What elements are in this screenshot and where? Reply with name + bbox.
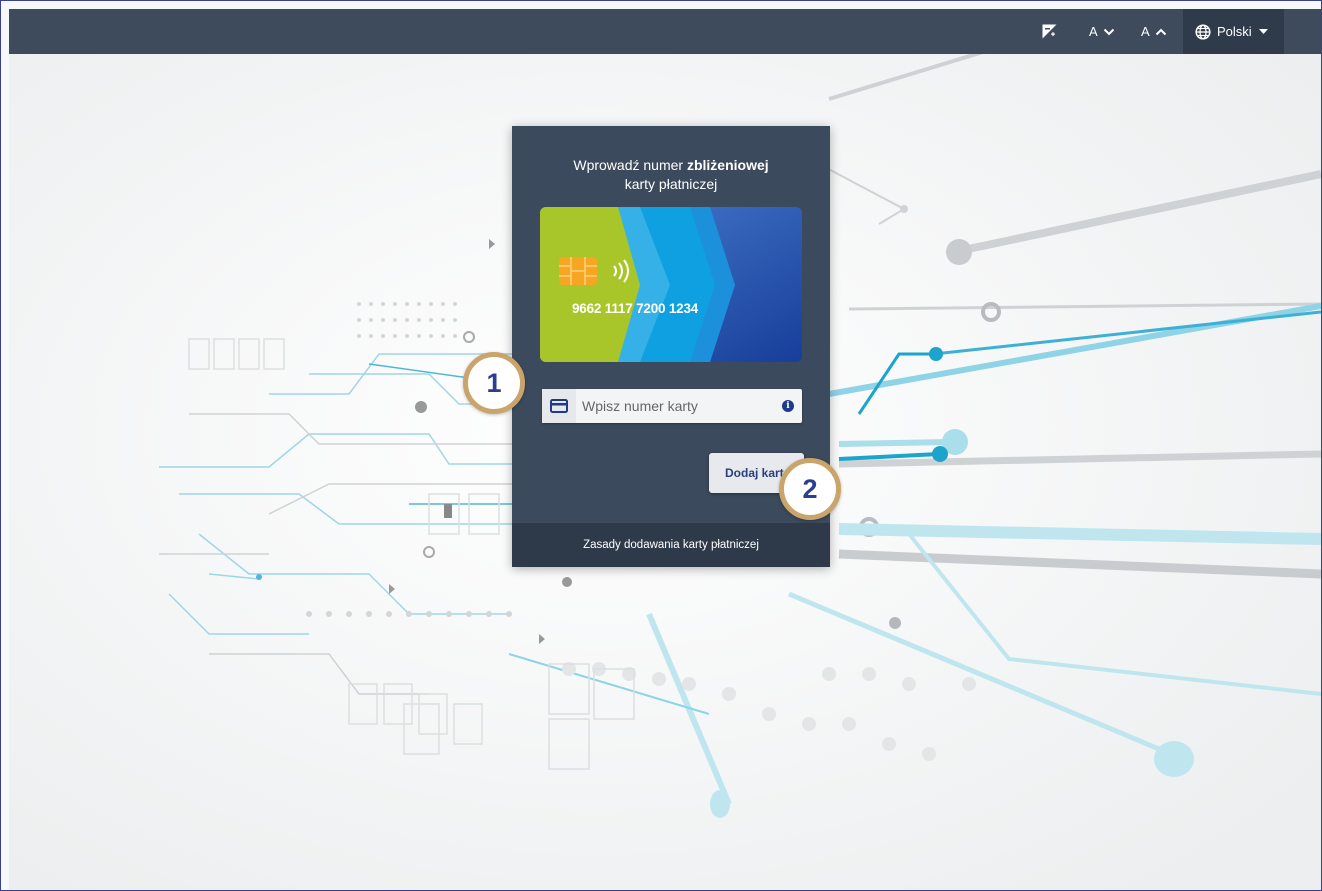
- card-rules-link[interactable]: Zasady dodawania karty płatniczej: [512, 523, 830, 567]
- panel-title-bold: zbliżeniowej: [686, 157, 769, 173]
- card-number-field: i: [542, 389, 802, 423]
- font-increase-button[interactable]: A: [1141, 9, 1167, 54]
- caret-down-icon: [1258, 28, 1268, 34]
- info-icon[interactable]: i: [782, 400, 794, 412]
- chevron-down-icon: [1103, 28, 1114, 35]
- chip-icon: [559, 257, 597, 285]
- contrast-toggle-button[interactable]: [1042, 9, 1057, 54]
- annotation-badge-1: 1: [463, 352, 525, 414]
- font-decrease-label: A: [1089, 24, 1098, 39]
- page-frame: A A Polski Wprowadź numer zbliżeniowej k…: [0, 0, 1322, 891]
- top-bar: A A Polski: [9, 9, 1321, 54]
- font-increase-label: A: [1141, 24, 1150, 39]
- credit-card-icon: [542, 389, 576, 423]
- panel-title-line2: karty płatniczej: [624, 176, 718, 192]
- language-selector[interactable]: Polski: [1183, 9, 1284, 54]
- language-label: Polski: [1217, 24, 1252, 39]
- annotation-badge-2: 2: [779, 458, 841, 520]
- font-decrease-button[interactable]: A: [1089, 9, 1115, 54]
- contrast-icon: [1042, 24, 1057, 39]
- contactless-icon: [613, 259, 629, 283]
- card-number-example: 9662 1117 7200 1234: [572, 301, 699, 316]
- panel-title: Wprowadź numer zbliżeniowej karty płatni…: [512, 156, 830, 194]
- payment-card-illustration: 9662 1117 7200 1234: [540, 207, 802, 362]
- card-number-input[interactable]: [578, 389, 776, 423]
- panel-title-prefix: Wprowadź numer: [573, 157, 687, 173]
- chevron-up-icon: [1155, 28, 1166, 35]
- globe-icon: [1195, 23, 1211, 40]
